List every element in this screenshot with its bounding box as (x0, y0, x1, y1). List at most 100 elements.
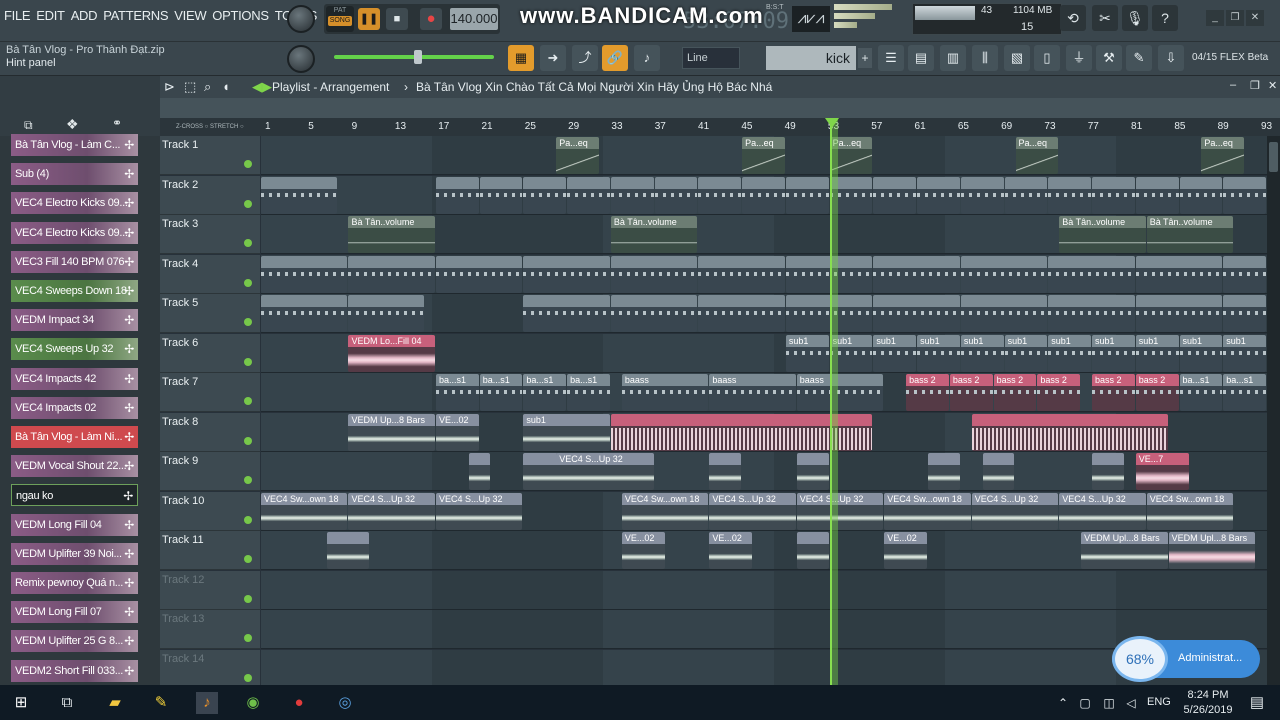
channel-item[interactable]: Bà Tân Vlog - Làm C... ✢ (11, 134, 138, 156)
playlist-clip[interactable]: sub1 (917, 334, 960, 372)
menu-item-patterns[interactable]: PATTERNS (103, 8, 168, 23)
playlist-clip[interactable] (1092, 176, 1135, 214)
playlist-clip[interactable] (1223, 255, 1266, 293)
menu-item-file[interactable]: FILE (4, 8, 31, 23)
playlist-clip[interactable]: sub1 (1004, 334, 1048, 372)
track-enable-led[interactable] (244, 239, 252, 247)
download-icon[interactable]: ⇩ (1158, 45, 1184, 71)
channel-drag-icon[interactable]: ✢ (124, 280, 134, 302)
pattern-song-toggle[interactable]: PAT SONG (326, 6, 354, 32)
playlist-clip[interactable]: VE...02 (621, 532, 665, 569)
snap-select[interactable]: Line (682, 47, 740, 69)
playlist-clip[interactable]: bass 2 (1037, 374, 1081, 411)
close-icon[interactable]: ✕ (1246, 10, 1264, 26)
playlist-clip[interactable] (261, 255, 348, 293)
stop-button[interactable]: ■ (386, 8, 408, 30)
playlist-clip[interactable]: VEC4 Sw...own 18 (621, 492, 709, 530)
track-header[interactable]: Track 11 (160, 531, 260, 570)
plugin-icon[interactable]: ▯ (1034, 45, 1060, 71)
wifi-icon[interactable]: ◫ (1098, 692, 1120, 714)
playlist-clip[interactable]: Pa...eq (1015, 137, 1059, 174)
track-header[interactable]: Track 7 (160, 373, 260, 412)
channel-drag-icon[interactable]: ✢ (124, 338, 134, 360)
channel-item[interactable]: VEDM Impact 34 ✢ (11, 309, 138, 332)
playlist-clip[interactable]: bass 2 (1092, 374, 1135, 411)
playlist-clip[interactable]: sub1 (785, 334, 829, 372)
minimize-icon[interactable]: _ (1206, 10, 1224, 26)
arrow-icon[interactable]: ➜ (540, 45, 566, 71)
playlist-clip[interactable]: Bà Tân..volume (1059, 216, 1146, 253)
playlist-clip[interactable]: ba...s1 (567, 374, 610, 411)
channel-drag-icon[interactable]: ✢ (124, 134, 134, 156)
track-enable-led[interactable] (244, 436, 252, 445)
playlist-clip[interactable]: bass 2 (906, 374, 949, 411)
tray-up-icon[interactable]: ⌃ (1052, 692, 1074, 714)
channel-item[interactable]: VEC4 Impacts 42 ✢ (11, 367, 138, 390)
playlist-clip[interactable] (1135, 176, 1179, 214)
playlist-clip[interactable] (610, 176, 654, 214)
channel-item[interactable]: VEDM Long Fill 04 ✢ (11, 513, 138, 536)
playlist-clip[interactable] (917, 176, 960, 214)
sticky-notes-icon[interactable]: ✎ (150, 692, 172, 714)
playlist-clip[interactable]: VE...02 (435, 413, 479, 451)
vertical-scrollbar[interactable] (1267, 136, 1280, 685)
channel-drag-icon[interactable]: ✢ (124, 455, 134, 477)
playlist-clip[interactable] (261, 176, 337, 214)
channel-drag-icon[interactable]: ✢ (124, 309, 134, 331)
track-header[interactable]: Track 8 (160, 412, 260, 452)
playlist-clip[interactable]: Pa...eq (742, 137, 785, 174)
playlist-clip[interactable]: baass (796, 374, 884, 411)
playlist-clip[interactable] (567, 176, 610, 214)
channel-drag-icon[interactable]: ✢ (124, 572, 134, 594)
playhead-marker[interactable] (824, 118, 839, 128)
track-header[interactable]: Track 14 (160, 649, 260, 685)
volume-icon[interactable]: ◁ (1120, 692, 1142, 714)
master-volume-knob[interactable] (287, 5, 315, 33)
channel-drag-icon[interactable]: ✢ (124, 543, 134, 565)
track-enable-led[interactable] (244, 397, 252, 405)
playlist-clip[interactable] (1048, 255, 1135, 293)
minimize-icon[interactable]: – (1230, 79, 1236, 91)
playlist-clip[interactable] (610, 255, 698, 293)
playlist-clip[interactable] (326, 532, 370, 569)
playlist-clip[interactable]: ba...s1 (1223, 374, 1266, 411)
playlist-clip[interactable] (796, 453, 829, 490)
timeline-ruler[interactable]: Z-CROSS ○ STRETCH ○ 1 5 9 13 17 21 25 29 33 37 41 4… (160, 118, 1280, 136)
playlist-clip[interactable]: VEC4 S...Up 32 (709, 492, 796, 530)
playlist-clip[interactable] (960, 255, 1048, 293)
playlist-clip[interactable]: baass (621, 374, 709, 411)
channel-item[interactable]: VEC4 Sweeps Up 32 ✢ (11, 338, 138, 361)
channel-item[interactable]: Bà Tân Vlog - Làm Ni... ✢ (11, 426, 138, 448)
channel-selector[interactable]: kick (766, 46, 856, 70)
scroll-thumb[interactable] (1269, 142, 1278, 172)
playlist-clip[interactable]: bass 2 (949, 374, 993, 411)
playlist-clip[interactable]: VEDM Lo...Fill 04 (348, 334, 435, 372)
track-header[interactable]: Track 6 (160, 333, 260, 373)
track-lane[interactable] (261, 610, 1267, 649)
playlist-clip[interactable] (971, 413, 1168, 451)
menu-item-add[interactable]: ADD (71, 8, 98, 23)
playlist-clip[interactable] (1135, 255, 1223, 293)
pause-button[interactable]: ❚❚ (358, 8, 380, 30)
playlist-clip[interactable] (873, 295, 960, 332)
playlist-clip[interactable]: sub1 (960, 334, 1004, 372)
track-header[interactable]: Track 2 (160, 175, 260, 215)
mixer-icon[interactable]: ⫼ (972, 45, 998, 71)
channel-item[interactable]: VEC4 Impacts 02 ✢ (11, 396, 138, 419)
playlist-clip[interactable] (1179, 176, 1223, 214)
lamp-icon[interactable]: ✎ (1126, 45, 1152, 71)
playlist-clip[interactable]: VE...02 (884, 532, 928, 569)
app-icon[interactable]: ◉ (242, 692, 264, 714)
channel-item[interactable]: VEDM Vocal Shout 22... ✢ (11, 455, 138, 478)
playlist-clip[interactable]: VE...7 (1135, 453, 1190, 490)
channel-item[interactable]: VEC4 Electro Kicks 09... ✢ (11, 192, 138, 215)
playlist-clip[interactable] (796, 532, 829, 569)
playlist-clip[interactable] (435, 176, 479, 214)
task-view-icon[interactable]: ⧉ (56, 692, 78, 714)
playlist-clip[interactable]: VEC4 S...Up 32 (796, 492, 884, 530)
link-icon[interactable]: ⚭ (112, 116, 122, 130)
playlist-clip[interactable]: VEC4 S...Up 32 (556, 453, 654, 490)
windows-start-icon[interactable]: ⊞ (10, 692, 32, 714)
playhead[interactable] (829, 118, 838, 685)
channel-drag-icon[interactable]: ✢ (123, 485, 133, 505)
